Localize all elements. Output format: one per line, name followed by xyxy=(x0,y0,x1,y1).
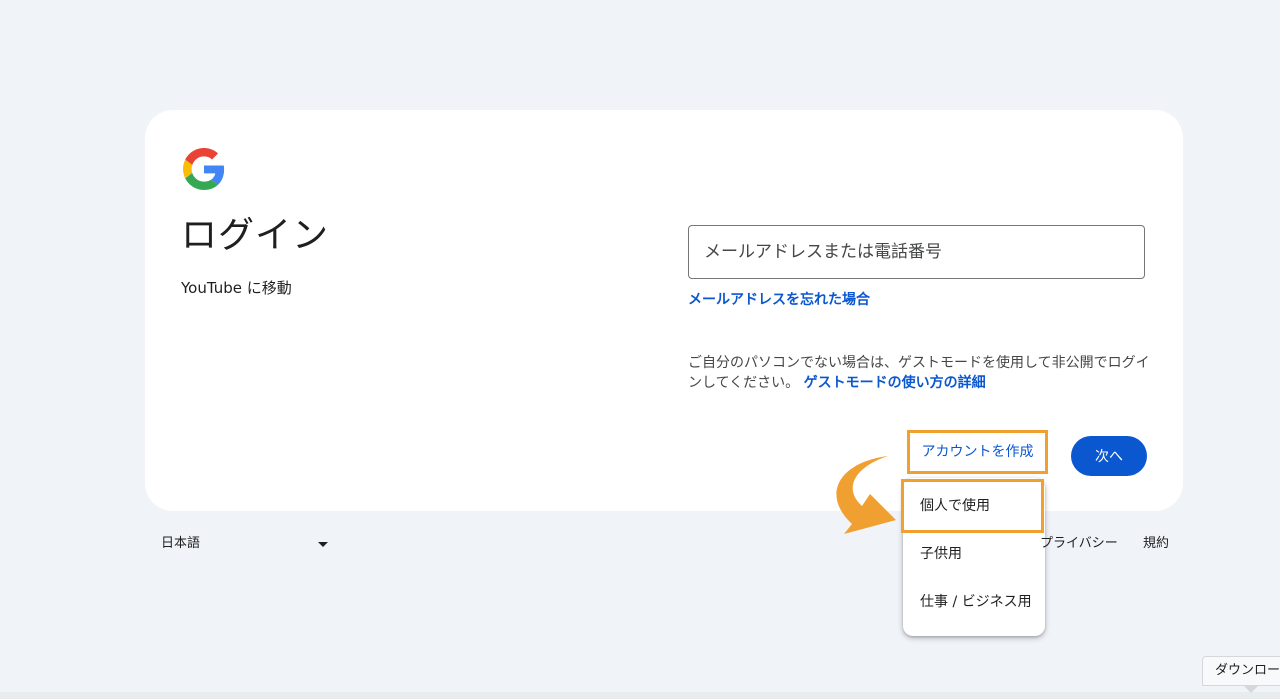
menu-item-personal[interactable]: 個人で使用 xyxy=(901,479,1044,533)
terms-link[interactable]: 規約 xyxy=(1143,534,1169,554)
create-account-button[interactable]: アカウントを作成 xyxy=(907,430,1048,474)
google-logo-icon xyxy=(183,148,225,190)
page-subtitle: YouTube に移動 xyxy=(181,279,292,297)
create-account-menu: 個人で使用 子供用 仕事 / ビジネス用 xyxy=(901,478,1045,636)
language-label: 日本語 xyxy=(161,536,201,551)
tooltip-pointer xyxy=(1244,686,1258,693)
privacy-link[interactable]: プライバシー xyxy=(1040,534,1118,554)
language-selector[interactable]: 日本語 xyxy=(161,534,331,554)
caret-down-icon xyxy=(318,542,328,547)
forgot-email-link[interactable]: メールアドレスを忘れた場合 xyxy=(688,290,870,310)
menu-item-child[interactable]: 子供用 xyxy=(903,530,1045,578)
email-field[interactable] xyxy=(688,225,1145,279)
page-title: ログイン xyxy=(181,215,330,256)
guest-mode-info: ご自分のパソコンでない場合は、ゲストモードを使用して非公開でログインしてください… xyxy=(688,353,1153,393)
download-tab[interactable]: ダウンロード xyxy=(1202,656,1280,686)
next-button[interactable]: 次へ xyxy=(1071,436,1147,476)
menu-item-business[interactable]: 仕事 / ビジネス用 xyxy=(903,578,1045,626)
guest-mode-learn-link[interactable]: ゲストモードの使い方の詳細 xyxy=(804,375,986,391)
bottom-bar xyxy=(0,692,1280,699)
